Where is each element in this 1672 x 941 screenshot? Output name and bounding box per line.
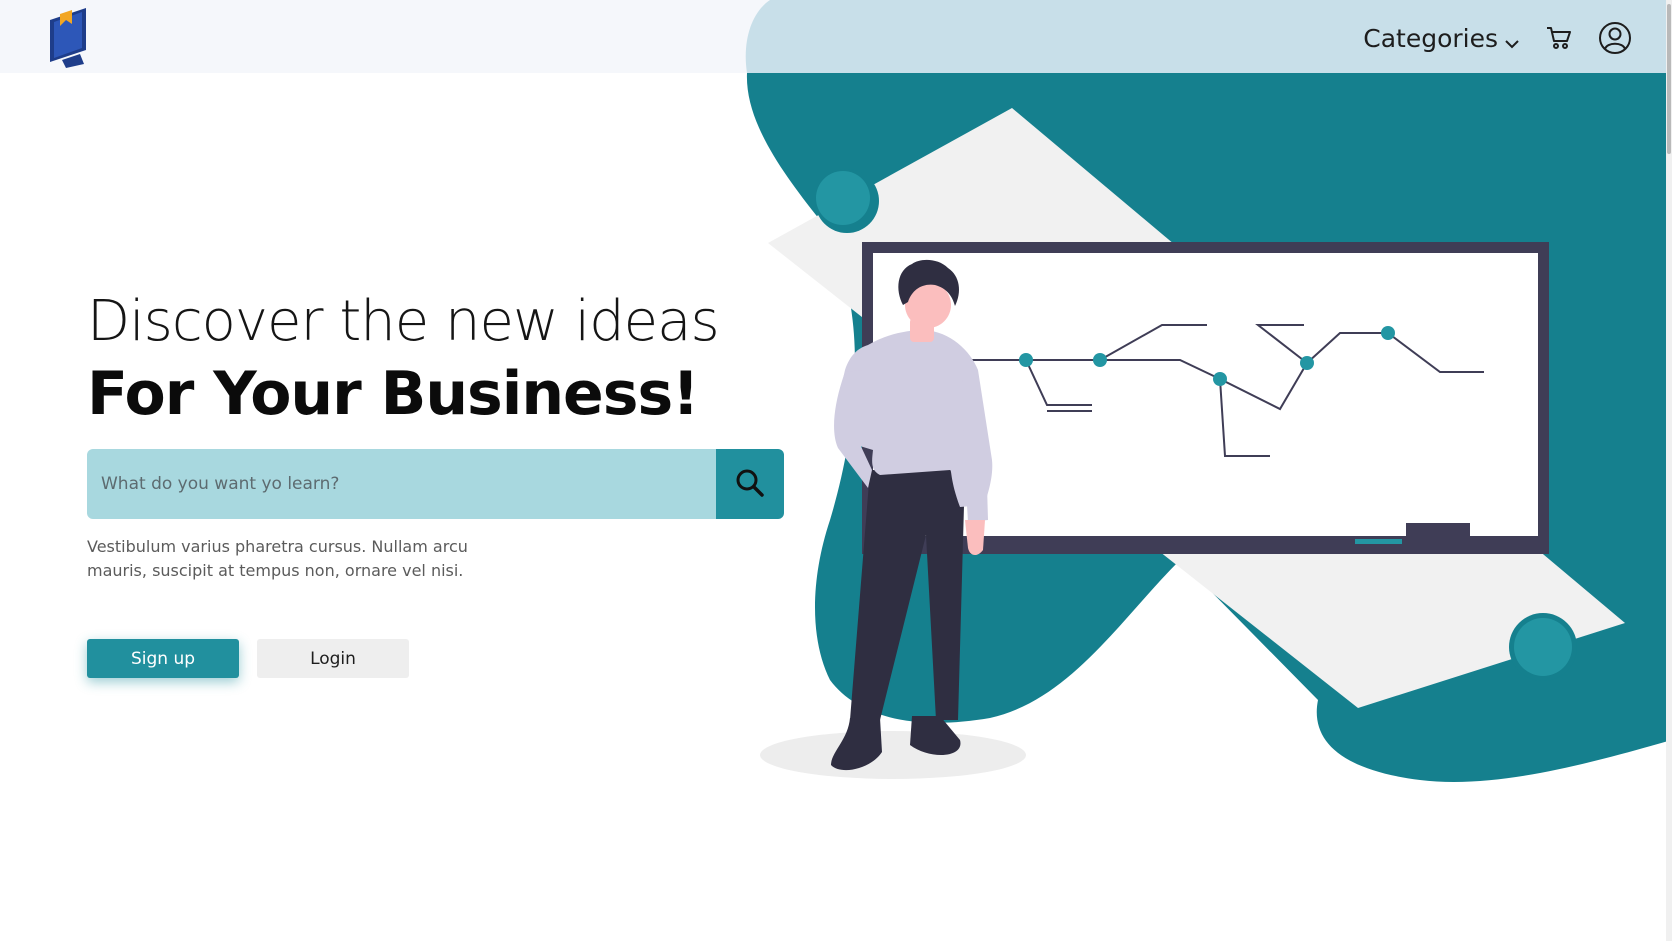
search-icon [734,467,766,502]
hero-description: Vestibulum varius pharetra cursus. Nulla… [87,537,468,581]
decor-circle-top-inner [816,171,870,225]
ground-shadow [760,731,1026,779]
signup-button[interactable]: Sign up [87,639,239,679]
whiteboard-marker [1355,539,1402,544]
hero-title-line1: Discover the new ideas [87,289,720,354]
login-button[interactable]: Login [257,639,409,679]
chevron-down-icon [1504,27,1520,56]
user-profile-icon[interactable] [1598,21,1632,55]
categories-label: Categories [1363,23,1498,53]
search-input[interactable] [87,449,716,520]
hero-buttons: Sign up Login [87,639,787,679]
scrollbar-thumb[interactable] [1667,4,1671,154]
search-bar [87,449,784,520]
search-button[interactable] [716,449,784,520]
categories-menu[interactable]: Categories [1363,21,1520,56]
hero-section: Discover the new ideas For Your Business… [87,289,787,679]
hero-title-line2: For Your Business! [87,359,700,430]
nav-actions: Categories [1363,18,1632,58]
whiteboard-eraser [1406,523,1470,537]
logo-icon[interactable] [46,6,92,68]
page-scrollbar[interactable] [1666,0,1672,941]
cart-icon[interactable] [1546,25,1572,51]
decor-circle-bottom-inner [1514,618,1572,676]
